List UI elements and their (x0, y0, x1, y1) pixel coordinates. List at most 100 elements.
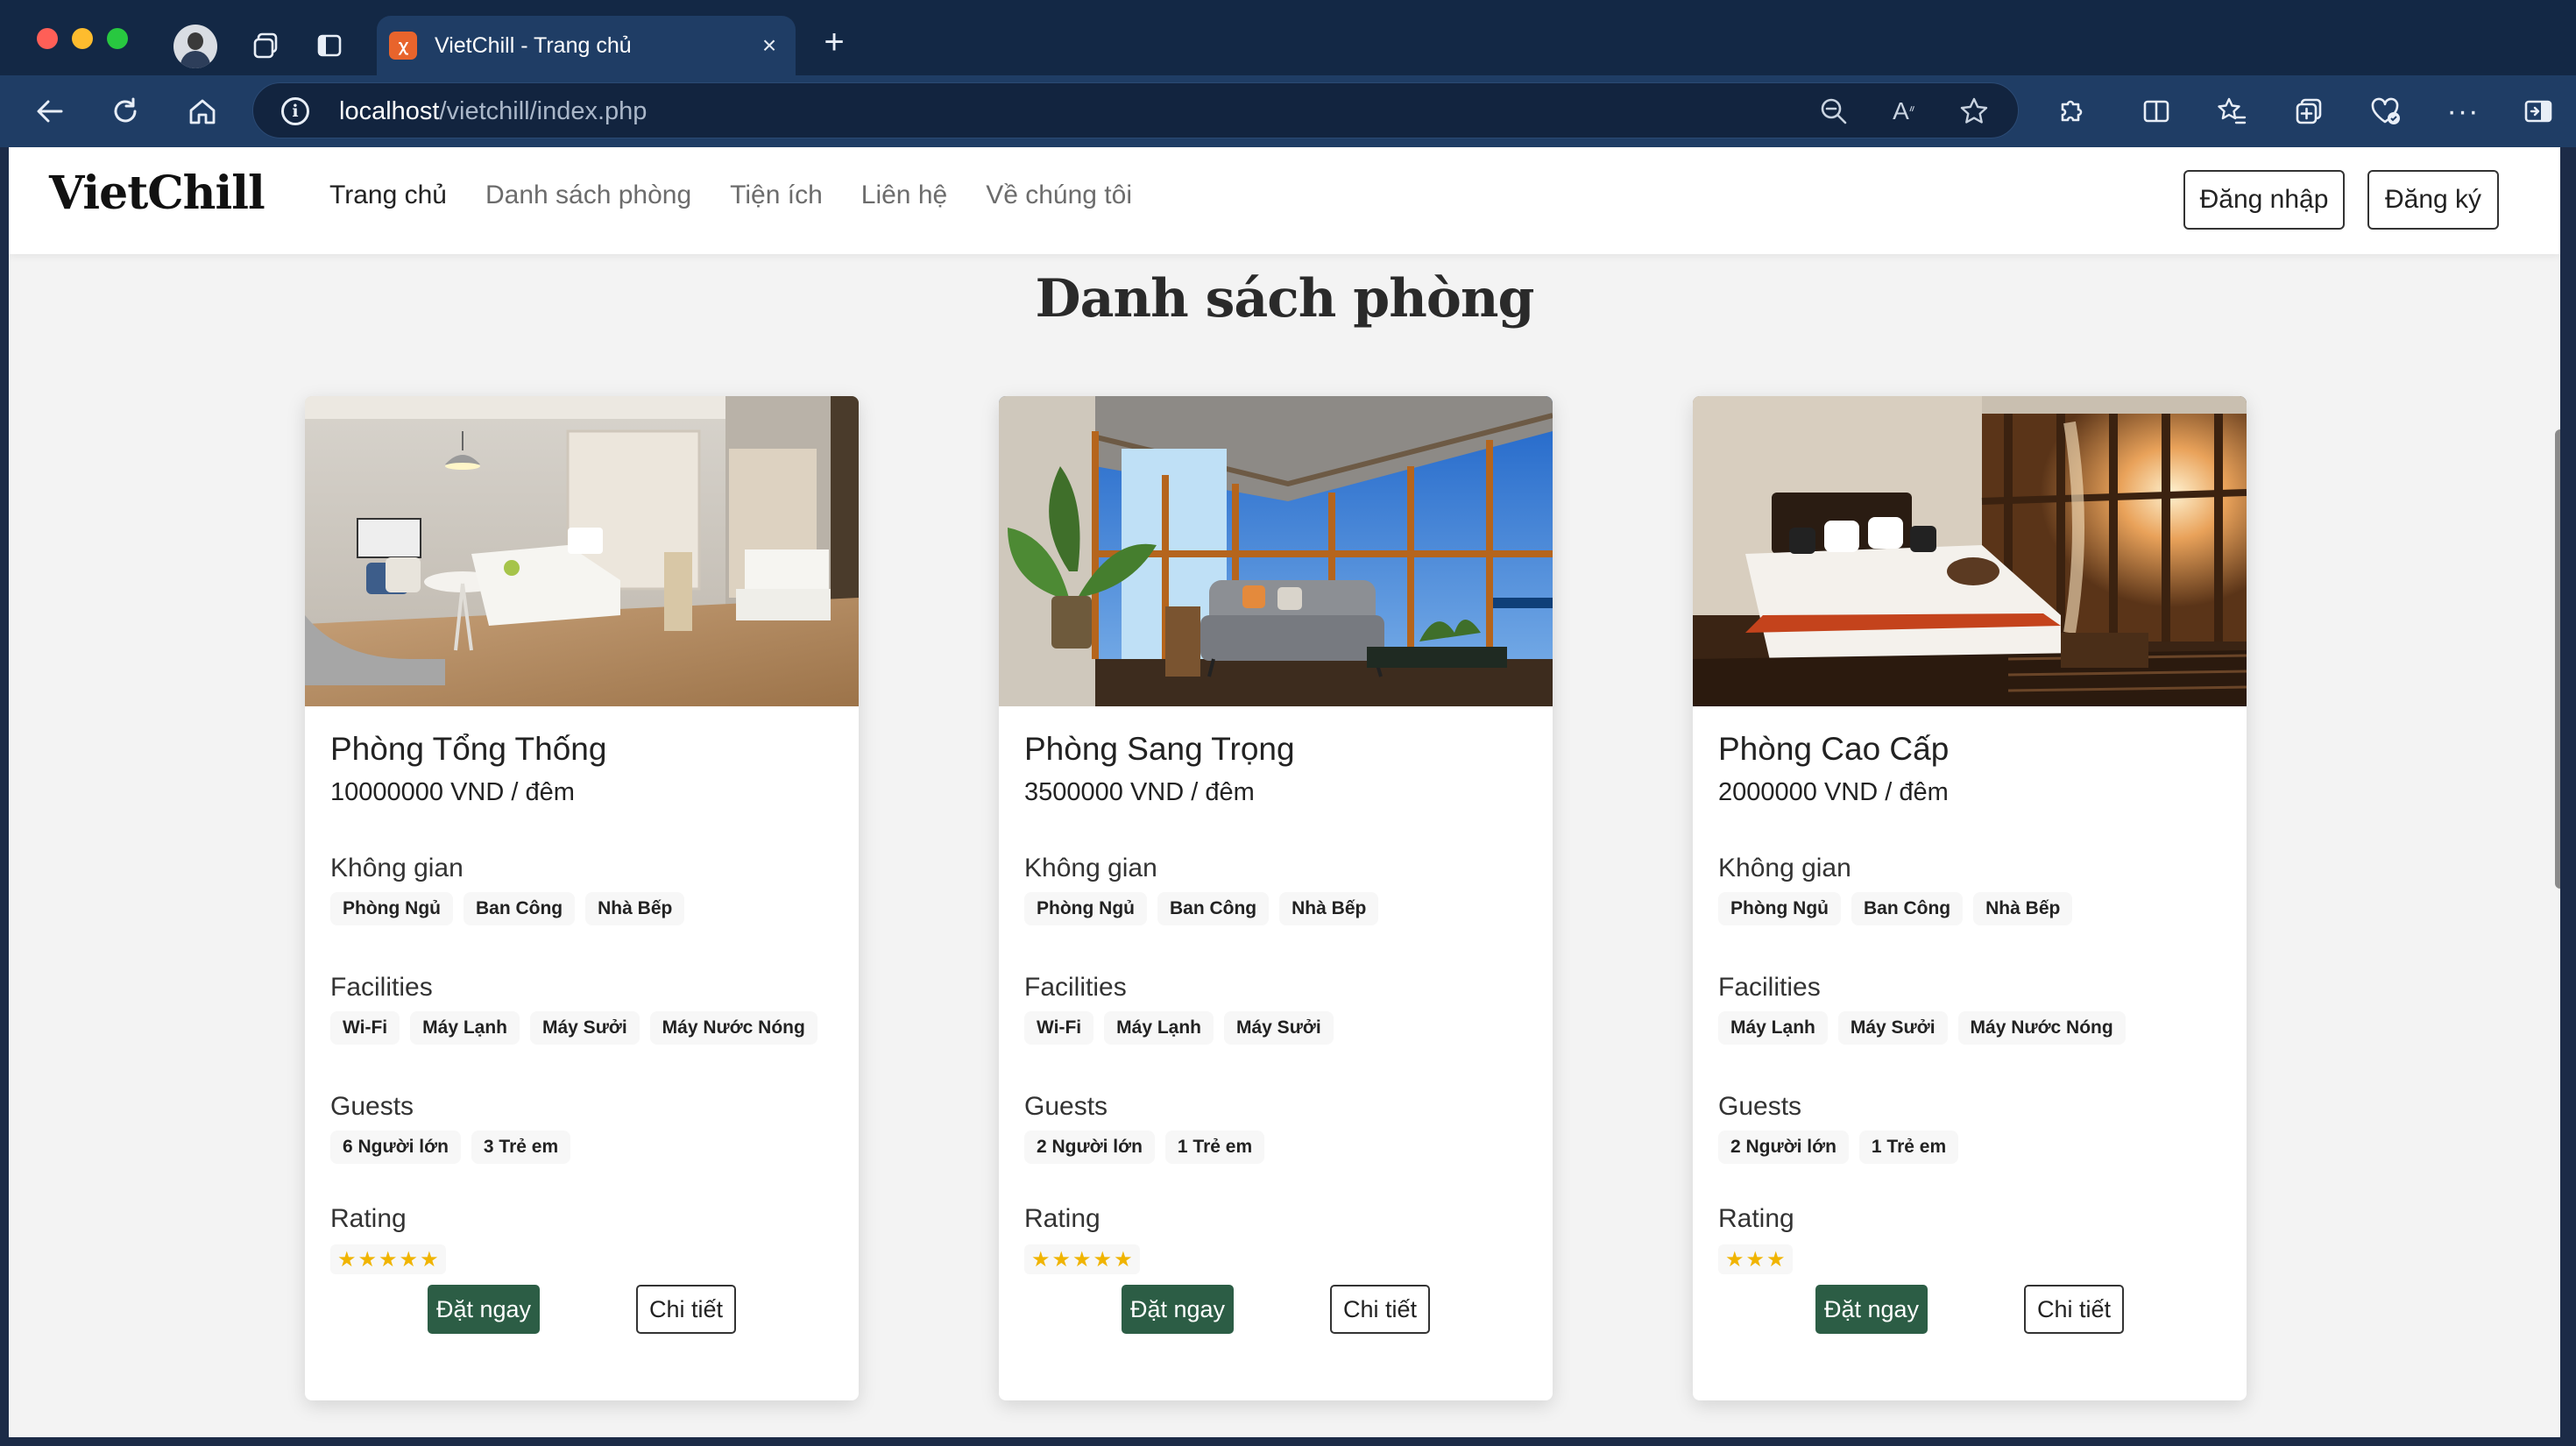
page-title: Danh sách phòng (1035, 268, 1535, 330)
space-badge: Ban Công (1157, 892, 1270, 925)
book-now-button[interactable]: Đặt ngay (1815, 1285, 1928, 1334)
window-minimize-button[interactable] (72, 28, 93, 49)
facility-badge: Máy Lạnh (1104, 1011, 1214, 1045)
browser-toolbar: i localhost/vietchill/index.php Aᐥ ··· (0, 75, 2576, 147)
guest-badge: 3 Trẻ em (471, 1131, 571, 1164)
space-badges: Phòng Ngủ Ban Công Nhà Bếp (330, 892, 685, 925)
room-name: Phòng Tổng Thống (330, 731, 607, 767)
guests-label: Guests (1024, 1092, 1108, 1121)
url-text[interactable]: localhost/vietchill/index.php (339, 97, 647, 125)
xampp-icon: ꭓ (389, 32, 417, 60)
facility-badges: Wi-Fi Máy Lạnh Máy Sưởi Máy Nước Nóng (330, 1011, 817, 1045)
login-button[interactable]: Đăng nhập (2183, 170, 2345, 230)
address-bar[interactable]: i localhost/vietchill/index.php Aᐥ (252, 82, 2019, 138)
facilities-label: Facilities (1024, 973, 1127, 1002)
facility-badge: Máy Nước Nóng (649, 1011, 817, 1045)
nav-link-rooms[interactable]: Danh sách phòng (485, 181, 691, 210)
room-card: Phòng Cao Cấp 2000000 VND / đêm Không gi… (1693, 396, 2247, 1400)
star-icon: ★ (337, 1247, 357, 1272)
more-options-icon[interactable]: ··· (2445, 93, 2481, 130)
space-badges: Phòng Ngủ Ban Công Nhà Bếp (1024, 892, 1379, 925)
space-badges: Phòng Ngủ Ban Công Nhà Bếp (1718, 892, 2073, 925)
page-scrollbar-thumb[interactable] (2555, 429, 2560, 889)
tab-close-icon[interactable]: × (755, 32, 783, 60)
guest-badge: 6 Người lớn (330, 1131, 461, 1164)
site-info-icon[interactable]: i (281, 97, 309, 125)
facility-badge: Máy Sưởi (1224, 1011, 1334, 1045)
room-card: Phòng Tổng Thống 10000000 VND / đêm Khôn… (305, 396, 859, 1400)
star-icon: ★ (1072, 1247, 1092, 1272)
page-viewport: VietChill Trang chủ Danh sách phòng Tiện… (9, 147, 2560, 1437)
room-image (305, 396, 859, 706)
back-icon[interactable] (32, 93, 68, 130)
facility-badge: Wi-Fi (1024, 1011, 1094, 1045)
room-image (1693, 396, 2247, 706)
collections-icon[interactable] (2290, 93, 2327, 130)
space-label: Không gian (1718, 854, 1851, 882)
favorites-icon[interactable] (2213, 93, 2250, 130)
room-price: 3500000 VND / đêm (1024, 778, 1255, 806)
nav-link-facilities[interactable]: Tiện ích (730, 181, 823, 210)
facility-badge: Máy Sưởi (530, 1011, 640, 1045)
star-icon: ★ (1031, 1247, 1051, 1272)
star-icon: ★ (399, 1247, 419, 1272)
room-name: Phòng Sang Trọng (1024, 731, 1295, 767)
rating-label: Rating (1024, 1204, 1100, 1233)
tab-title: VietChill - Trang chủ (435, 33, 632, 58)
refresh-icon[interactable] (107, 93, 144, 130)
guests-label: Guests (330, 1092, 414, 1121)
read-aloud-icon[interactable]: Aᐥ (1886, 94, 1921, 129)
facility-badge: Wi-Fi (330, 1011, 400, 1045)
window-maximize-button[interactable] (107, 28, 128, 49)
facilities-label: Facilities (330, 973, 433, 1002)
zoom-out-icon[interactable] (1816, 94, 1851, 129)
guests-label: Guests (1718, 1092, 1802, 1121)
split-screen-icon[interactable] (2138, 93, 2175, 130)
profile-avatar[interactable] (173, 25, 217, 68)
star-icon: ★ (379, 1247, 398, 1272)
room-price: 10000000 VND / đêm (330, 778, 575, 806)
home-icon[interactable] (184, 93, 221, 130)
details-button[interactable]: Chi tiết (2024, 1285, 2124, 1334)
sidebar-toggle-icon[interactable] (2520, 93, 2557, 130)
tab-actions-icon[interactable] (310, 26, 349, 65)
guest-badges: 6 Người lớn 3 Trẻ em (330, 1131, 571, 1164)
nav-link-about[interactable]: Về chúng tôi (986, 181, 1132, 210)
room-name: Phòng Cao Cấp (1718, 731, 1950, 767)
space-badge: Nhà Bếp (585, 892, 685, 925)
extensions-icon[interactable] (2052, 93, 2089, 130)
site-nav: Trang chủ Danh sách phòng Tiện ích Liên … (329, 181, 1132, 210)
star-icon: ★ (357, 1247, 378, 1272)
star-icon: ★ (1766, 1247, 1786, 1272)
nav-link-contact[interactable]: Liên hệ (861, 181, 947, 210)
room-image (999, 396, 1553, 706)
rating-stars: ★ ★ ★ ★ ★ (1024, 1244, 1140, 1274)
favorite-star-icon[interactable] (1957, 94, 1992, 129)
space-badge: Phòng Ngủ (1718, 892, 1841, 925)
rating-stars: ★ ★ ★ (1718, 1244, 1793, 1274)
room-price: 2000000 VND / đêm (1718, 778, 1949, 806)
details-button[interactable]: Chi tiết (636, 1285, 736, 1334)
new-tab-icon[interactable]: + (815, 23, 853, 61)
space-badge: Phòng Ngủ (330, 892, 453, 925)
browser-essentials-icon[interactable] (2367, 93, 2404, 130)
workspaces-icon[interactable] (247, 26, 286, 65)
book-now-button[interactable]: Đặt ngay (428, 1285, 540, 1334)
facility-badges: Wi-Fi Máy Lạnh Máy Sưởi (1024, 1011, 1334, 1045)
site-brand[interactable]: VietChill (49, 167, 265, 220)
space-badge: Ban Công (463, 892, 576, 925)
space-label: Không gian (330, 854, 464, 882)
details-button[interactable]: Chi tiết (1330, 1285, 1430, 1334)
guest-badges: 2 Người lớn 1 Trẻ em (1718, 1131, 1959, 1164)
register-button[interactable]: Đăng ký (2367, 170, 2499, 230)
star-icon: ★ (1725, 1247, 1744, 1272)
rating-label: Rating (1718, 1204, 1794, 1233)
space-badge: Phòng Ngủ (1024, 892, 1147, 925)
browser-tab-active[interactable]: ꭓ VietChill - Trang chủ × (377, 16, 796, 75)
space-badge: Nhà Bếp (1279, 892, 1379, 925)
facility-badge: Máy Lạnh (410, 1011, 520, 1045)
rating-label: Rating (330, 1204, 407, 1233)
book-now-button[interactable]: Đặt ngay (1122, 1285, 1234, 1334)
nav-link-home[interactable]: Trang chủ (329, 181, 447, 210)
window-close-button[interactable] (37, 28, 58, 49)
